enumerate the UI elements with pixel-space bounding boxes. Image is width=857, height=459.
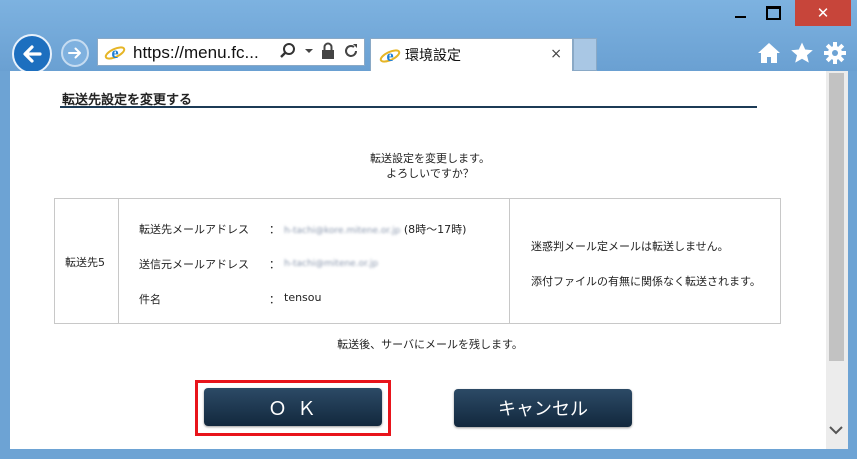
search-icon[interactable] (279, 42, 297, 60)
favorites-button[interactable] (789, 40, 815, 66)
subject-label: 件名 (139, 293, 161, 306)
subject-colon: ： (269, 293, 280, 306)
svg-text:e: e (111, 45, 118, 62)
lock-icon[interactable] (321, 42, 335, 60)
minimize-icon (734, 16, 746, 18)
ie-logo-icon: e (379, 48, 401, 65)
confirm-message: 転送設定を変更します。 よろしいですか？ (300, 151, 560, 181)
address-bar[interactable]: e https://menu.fc... (97, 38, 365, 66)
forward-arrow-icon (68, 47, 81, 59)
back-button[interactable] (12, 34, 52, 74)
new-tab-button[interactable] (573, 38, 597, 71)
browser-chrome: ✕ e https://menu.fc... e 環境設定 × (0, 0, 857, 74)
tab-title: 環境設定 (405, 48, 461, 64)
maximize-button[interactable] (758, 0, 788, 26)
scrollbar-thumb[interactable] (829, 73, 844, 361)
destination-label: 転送先5 (65, 256, 105, 269)
dest-address-value: h-tachi@kore.mitene.or.jp (8時～17時) (284, 221, 466, 237)
cancel-button[interactable]: キャンセル (454, 389, 632, 427)
source-address-value: h-tachi@mitene.or.jp (284, 256, 378, 269)
refresh-icon[interactable] (342, 42, 360, 60)
spam-note: 迷惑判メール定メールは転送しません。 (531, 240, 729, 253)
confirm-line-2: よろしいですか？ (386, 167, 474, 180)
vertical-scrollbar[interactable] (826, 71, 848, 449)
close-icon: ✕ (816, 4, 830, 22)
star-icon (791, 42, 813, 63)
gear-icon (824, 42, 846, 64)
home-icon (758, 43, 780, 63)
section-divider (60, 106, 757, 108)
confirm-line-1: 転送設定を変更します。 (370, 152, 490, 165)
dest-address-email: h-tachi@kore.mitene.or.jp (284, 226, 401, 236)
source-address-colon: ： (269, 258, 280, 271)
dest-address-label: 転送先メールアドレス (139, 223, 249, 236)
after-forward-note: 転送後、サーバにメールを残します。 (337, 338, 523, 351)
dest-address-colon: ： (269, 223, 280, 236)
forwarding-info-table: 転送先5 転送先メールアドレス ： h-tachi@kore.mitene.or… (54, 198, 781, 324)
address-url: https://menu.fc... (133, 43, 259, 62)
back-arrow-icon (23, 45, 42, 63)
chevron-down-icon[interactable] (304, 47, 314, 55)
svg-text:e: e (386, 48, 393, 65)
table-divider (509, 199, 510, 323)
tab-close-icon[interactable]: × (550, 46, 562, 62)
home-button[interactable] (756, 40, 782, 66)
dest-address-hours: (8時～17時) (403, 223, 467, 236)
subject-value: tensou (284, 291, 322, 304)
scroll-down-arrow-icon[interactable] (828, 425, 844, 435)
minimize-button[interactable] (728, 0, 752, 26)
window-close-button[interactable]: ✕ (795, 0, 851, 26)
ok-button-highlight (195, 380, 391, 436)
ie-logo-icon: e (104, 45, 126, 62)
source-address-email: h-tachi@mitene.or.jp (284, 259, 379, 269)
tab-settings[interactable]: e 環境設定 × (370, 38, 573, 71)
attachment-note: 添付ファイルの有無に関係なく転送されます。 (531, 275, 761, 288)
settings-button[interactable] (822, 40, 848, 66)
source-address-label: 送信元メールアドレス (139, 258, 249, 271)
forward-button[interactable] (61, 39, 89, 67)
table-divider (118, 199, 119, 323)
maximize-icon (765, 6, 781, 20)
